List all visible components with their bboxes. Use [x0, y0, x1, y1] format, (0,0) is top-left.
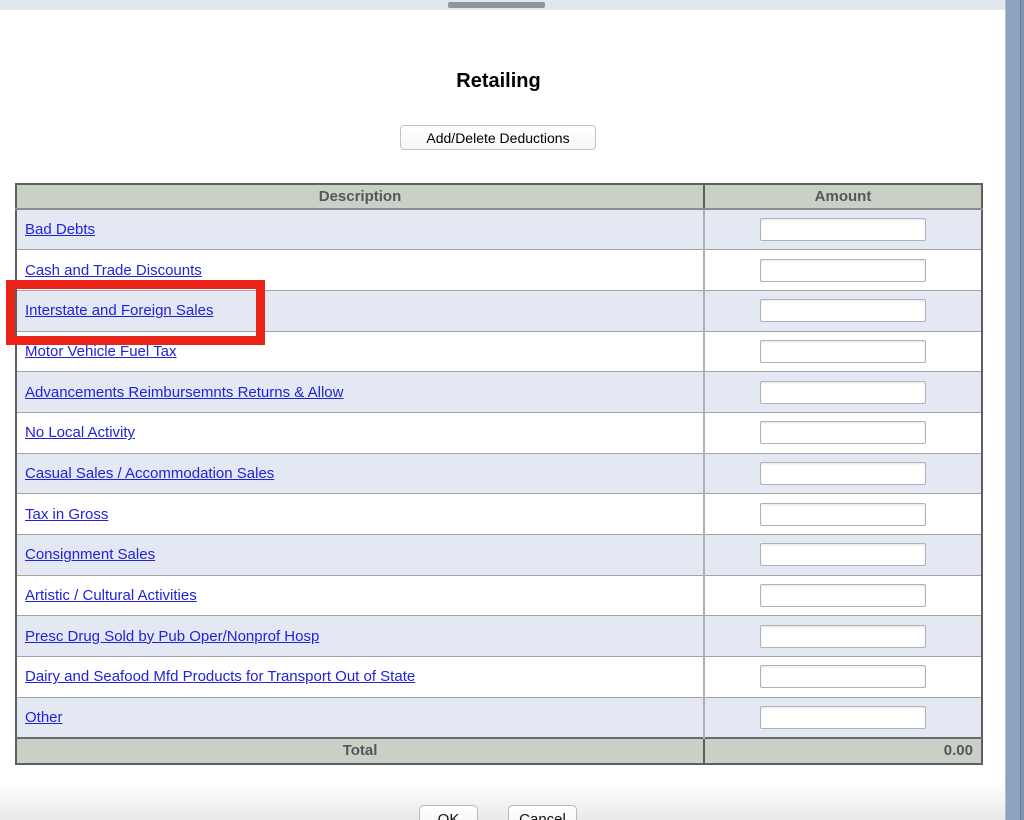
page-title: Retailing — [0, 70, 997, 93]
amount-input[interactable] — [760, 625, 926, 648]
amount-input[interactable] — [760, 462, 926, 485]
table-row: Tax in Gross — [16, 494, 982, 535]
deduction-link[interactable]: Cash and Trade Discounts — [25, 262, 202, 279]
deduction-link[interactable]: Advancements Reimbursemnts Returns & All… — [25, 384, 343, 401]
table-row: Casual Sales / Accommodation Sales — [16, 453, 982, 494]
table-row: Cash and Trade Discounts — [16, 250, 982, 291]
table-row: No Local Activity — [16, 412, 982, 453]
total-label: Total — [16, 738, 704, 764]
table-row: Bad Debts — [16, 209, 982, 250]
deduction-link[interactable]: Interstate and Foreign Sales — [25, 302, 213, 319]
table-row: Dairy and Seafood Mfd Products for Trans… — [16, 657, 982, 698]
deduction-link[interactable]: Consignment Sales — [25, 546, 155, 563]
amount-input[interactable] — [760, 259, 926, 282]
amount-input[interactable] — [760, 503, 926, 526]
deduction-link[interactable]: Dairy and Seafood Mfd Products for Trans… — [25, 668, 415, 685]
amount-input[interactable] — [760, 706, 926, 729]
amount-input[interactable] — [760, 665, 926, 688]
deduction-link[interactable]: Casual Sales / Accommodation Sales — [25, 465, 274, 482]
amount-input[interactable] — [760, 299, 926, 322]
table-row: Interstate and Foreign Sales — [16, 290, 982, 331]
column-header-description: Description — [16, 184, 704, 209]
amount-input[interactable] — [760, 218, 926, 241]
table-row: Motor Vehicle Fuel Tax — [16, 331, 982, 372]
deduction-link[interactable]: Presc Drug Sold by Pub Oper/Nonprof Hosp — [25, 628, 319, 645]
window-edge-strip — [1005, 0, 1024, 820]
column-header-amount: Amount — [704, 184, 982, 209]
deduction-link[interactable]: Tax in Gross — [25, 506, 108, 523]
deduction-link[interactable]: Artistic / Cultural Activities — [25, 587, 197, 604]
ok-button[interactable]: OK — [419, 805, 478, 820]
amount-input[interactable] — [760, 543, 926, 566]
amount-input[interactable] — [760, 421, 926, 444]
add-delete-deductions-button[interactable]: Add/Delete Deductions — [400, 125, 596, 150]
bottom-gradient — [0, 781, 1006, 820]
deductions-table: Description Amount Bad Debts Cash and Tra… — [15, 183, 983, 765]
deduction-link[interactable]: No Local Activity — [25, 424, 135, 441]
deduction-link[interactable]: Bad Debts — [25, 221, 95, 238]
amount-input[interactable] — [760, 584, 926, 607]
table-row: Advancements Reimbursemnts Returns & All… — [16, 372, 982, 413]
window-edge-line — [1020, 0, 1024, 820]
deduction-link[interactable]: Other — [25, 709, 63, 726]
table-header-row: Description Amount — [16, 184, 982, 209]
total-row: Total 0.00 — [16, 738, 982, 764]
total-value: 0.00 — [704, 738, 982, 764]
amount-input[interactable] — [760, 340, 926, 363]
deduction-link[interactable]: Motor Vehicle Fuel Tax — [25, 343, 176, 360]
table-row: Presc Drug Sold by Pub Oper/Nonprof Hosp — [16, 616, 982, 657]
table-row: Artistic / Cultural Activities — [16, 575, 982, 616]
table-row: Other — [16, 697, 982, 738]
amount-input[interactable] — [760, 381, 926, 404]
table-row: Consignment Sales — [16, 535, 982, 576]
cancel-button[interactable]: Cancel — [508, 805, 577, 820]
deductions-table-body: Bad Debts Cash and Trade Discounts Interst… — [16, 209, 982, 738]
top-gray-bar — [448, 2, 545, 8]
